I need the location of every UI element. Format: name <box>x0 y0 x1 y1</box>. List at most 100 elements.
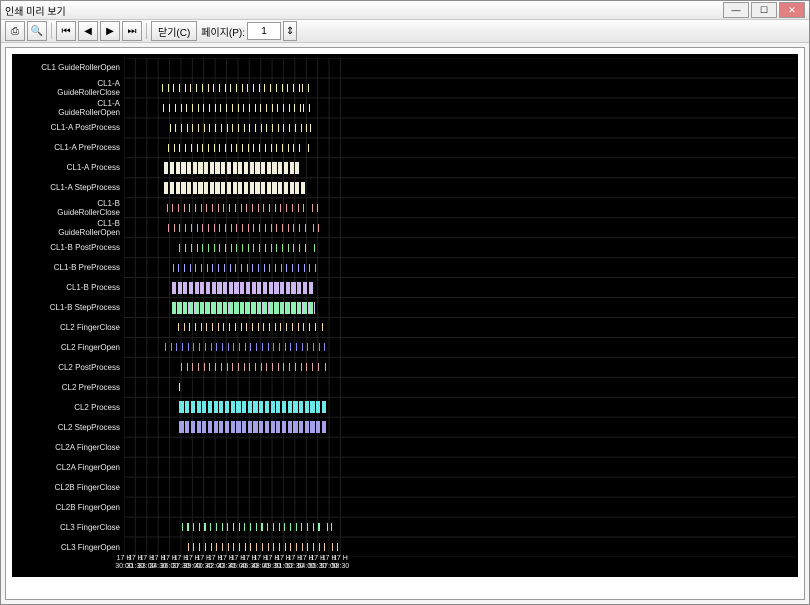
gantt-bar <box>282 224 283 232</box>
gantt-bar <box>176 182 180 194</box>
gantt-bar <box>202 84 203 92</box>
gantt-bar <box>313 224 314 232</box>
gantt-bar <box>297 302 301 314</box>
gantt-bar <box>234 302 238 314</box>
row-label: CL1-A Process <box>67 163 120 172</box>
gantt-bar <box>212 204 213 212</box>
gantt-bar <box>292 323 293 331</box>
gantt-bar <box>259 244 260 252</box>
gantt-bar <box>280 323 281 331</box>
gantt-bar <box>272 182 276 194</box>
gantt-bar <box>201 323 202 331</box>
gantt-bar <box>215 124 216 132</box>
gantt-bar <box>239 343 240 351</box>
gantt-bar <box>266 104 267 112</box>
gantt-bar <box>191 224 192 232</box>
zoom-button[interactable]: 🔍 <box>27 21 47 41</box>
gantt-bar <box>273 543 274 551</box>
gantt-bar <box>200 282 204 294</box>
gantt-bar <box>187 523 188 531</box>
nav-first-button[interactable]: ⏮ <box>56 21 76 41</box>
nav-first-icon: ⏮ <box>62 26 71 37</box>
gantt-bar <box>225 144 226 152</box>
gantt-bar <box>227 523 228 531</box>
gantt-bar <box>295 363 296 371</box>
gantt-bar <box>268 343 269 351</box>
gantt-bar <box>182 523 183 531</box>
close-button[interactable]: ✕ <box>779 2 805 18</box>
gantt-bar <box>270 84 271 92</box>
gantt-bar <box>332 543 333 551</box>
gantt-bar <box>232 104 233 112</box>
row-label: CL2 Process <box>74 403 120 412</box>
gantt-bar <box>215 182 219 194</box>
gantt-bar <box>265 244 266 252</box>
page-number-input[interactable] <box>247 22 281 40</box>
gantt-bar <box>204 124 205 132</box>
gantt-bar <box>179 421 183 433</box>
gantt-bar <box>206 323 207 331</box>
gantt-bar <box>208 144 209 152</box>
gantt-bar <box>256 543 257 551</box>
gantt-bar <box>303 323 304 331</box>
gantt-bar <box>271 144 272 152</box>
gantt-bar <box>293 421 297 433</box>
gantt-bar <box>199 543 200 551</box>
maximize-button[interactable]: ☐ <box>751 2 777 18</box>
gantt-bar <box>184 264 185 272</box>
gantt-bar <box>193 343 194 351</box>
gantt-bar <box>303 302 307 314</box>
gantt-bar <box>288 421 292 433</box>
gantt-bar <box>280 302 284 314</box>
gantt-bar <box>286 204 287 212</box>
gantt-bar <box>214 244 215 252</box>
gantt-bar <box>182 343 183 351</box>
gantt-bar <box>312 204 313 212</box>
row-label: CL1-A StepProcess <box>50 183 120 192</box>
gantt-bar <box>253 244 254 252</box>
gantt-bar <box>283 124 284 132</box>
page-stepper[interactable]: ⇕ <box>283 21 297 41</box>
gantt-bar <box>208 84 209 92</box>
gantt-bar <box>238 104 239 112</box>
row-label: CL2B FingerOpen <box>56 503 120 512</box>
gantt-bar <box>278 182 282 194</box>
gantt-bar <box>246 204 247 212</box>
gantt-bar <box>282 421 286 433</box>
gantt-bar <box>272 363 273 371</box>
gantt-bar <box>261 363 262 371</box>
nav-last-button[interactable]: ⏭ <box>122 21 142 41</box>
gantt-bar <box>289 363 290 371</box>
gantt-bar <box>301 182 305 194</box>
gantt-bar <box>282 84 283 92</box>
gantt-bar <box>174 144 175 152</box>
gantt-bar <box>259 144 260 152</box>
close-preview-button[interactable]: 닫기(C) <box>151 21 197 41</box>
nav-prev-icon: ◀ <box>84 26 92 37</box>
gantt-bar <box>310 401 314 413</box>
gantt-bar <box>297 282 301 294</box>
gantt-bar <box>290 182 294 194</box>
gantt-bar <box>178 302 182 314</box>
gantt-bar <box>262 343 263 351</box>
gantt-bar <box>276 244 277 252</box>
gantt-bar <box>205 543 206 551</box>
gantt-bar <box>222 343 223 351</box>
print-button[interactable]: ⎙ <box>5 21 25 41</box>
gantt-bar <box>269 264 270 272</box>
gantt-bar <box>178 264 179 272</box>
gantt-bar <box>189 204 190 212</box>
gantt-bar <box>242 244 243 252</box>
gantt-bar <box>192 104 193 112</box>
gantt-bar <box>293 84 294 92</box>
nav-next-button[interactable]: ▶ <box>100 21 120 41</box>
gantt-bar <box>307 343 308 351</box>
gantt-bar <box>250 182 254 194</box>
gantt-bar <box>288 401 292 413</box>
nav-prev-button[interactable]: ◀ <box>78 21 98 41</box>
gantt-bar <box>232 124 233 132</box>
minimize-button[interactable]: — <box>723 2 749 18</box>
gantt-bar <box>202 224 203 232</box>
gantt-bar <box>212 264 213 272</box>
gantt-bar <box>198 104 199 112</box>
